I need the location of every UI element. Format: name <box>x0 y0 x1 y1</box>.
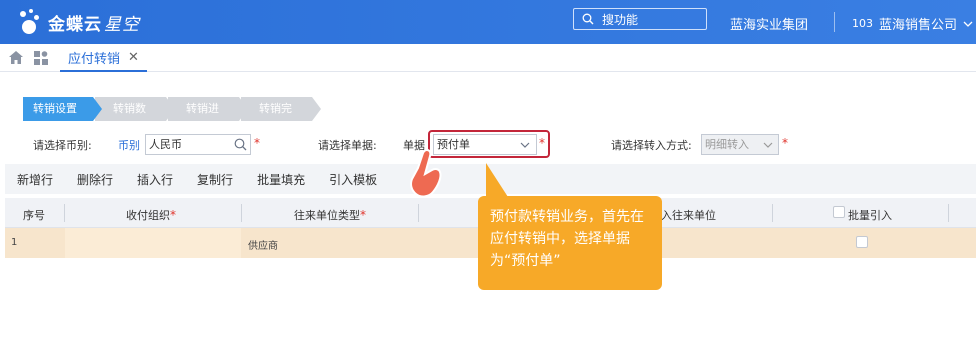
step-arrow <box>93 97 102 121</box>
required-mark: * <box>782 136 788 150</box>
col-org: 收付组织* <box>126 208 176 222</box>
org-selector[interactable]: 蓝海实业集团 <box>730 14 808 33</box>
currency-value: 人民币 <box>149 138 182 151</box>
copy-row-button[interactable]: 复制行 <box>185 171 245 188</box>
currency-field[interactable]: 人民币 <box>145 134 251 155</box>
cell-org-input[interactable] <box>65 228 241 258</box>
cell-seq: 1 <box>11 237 18 248</box>
col-partner-type: 往来单位类型* <box>294 208 366 222</box>
wizard-step-label: 转销设置 <box>33 102 77 115</box>
col-divider[interactable] <box>64 204 65 222</box>
close-icon[interactable]: ✕ <box>128 50 139 65</box>
batch-import-all-checkbox[interactable] <box>833 206 845 218</box>
required-mark: * <box>254 136 260 150</box>
search-box[interactable]: 搜功能 <box>573 8 707 30</box>
logo-text: 金蝶云 星空 <box>48 14 140 35</box>
wizard-steps: 转销设置 转销数据 转销进度 转销完成 <box>23 97 321 139</box>
logo-dots-icon <box>18 9 44 35</box>
doc-type-highlight <box>428 130 550 158</box>
add-row-button[interactable]: 新增行 <box>5 171 65 188</box>
chevron-down-icon <box>763 142 773 148</box>
wizard-step[interactable]: 转销数据 <box>95 97 175 139</box>
currency-prompt: 请选择币别: <box>33 139 92 152</box>
doc-prompt: 请选择单据: <box>318 139 377 152</box>
batch-fill-button[interactable]: 批量填充 <box>245 171 317 188</box>
col-batch-import: 批量引入 <box>848 209 892 222</box>
apps-icon[interactable] <box>34 51 48 65</box>
search-placeholder: 搜功能 <box>602 12 639 27</box>
transfer-mode-value: 明细转入 <box>705 138 749 151</box>
col-seq: 序号 <box>23 209 45 222</box>
row-batch-import-checkbox[interactable] <box>856 236 868 248</box>
tutorial-tooltip: 预付款转销业务，首先在应付转销中，选择单据为“预付单” <box>478 196 662 290</box>
wizard-step[interactable]: 转销进度 <box>168 97 248 139</box>
app-logo[interactable]: 金蝶云 星空 <box>18 6 140 38</box>
mode-prompt: 请选择转入方式: <box>611 139 692 152</box>
transfer-mode-select[interactable]: 明细转入 <box>701 134 779 155</box>
delete-row-button[interactable]: 删除行 <box>65 171 125 188</box>
chevron-down-icon <box>963 21 973 27</box>
step-arrow <box>312 97 321 121</box>
search-icon[interactable] <box>234 138 247 151</box>
import-template-button[interactable]: 引入模板 <box>317 171 389 188</box>
currency-label[interactable]: 币别 <box>118 137 140 153</box>
user-org-selector[interactable]: 103 蓝海销售公司 <box>852 14 973 33</box>
col-divider[interactable] <box>418 204 419 222</box>
step-arrow <box>239 97 248 121</box>
header-divider <box>834 12 835 32</box>
wizard-step[interactable]: 转销设置 <box>23 97 102 121</box>
cell-partner-type[interactable]: 供应商 <box>248 237 278 252</box>
home-icon[interactable] <box>9 51 23 64</box>
insert-row-button[interactable]: 插入行 <box>125 171 185 188</box>
top-header: 金蝶云 星空 搜功能 蓝海实业集团 103 蓝海销售公司 <box>0 0 976 44</box>
search-icon <box>582 13 594 25</box>
tab-label: 应付转销 <box>68 51 121 67</box>
wizard-step[interactable]: 转销完成 <box>241 97 321 139</box>
user-org-name: 蓝海销售公司 <box>879 18 958 33</box>
col-divider[interactable] <box>948 204 949 222</box>
hand-pointer-icon <box>410 148 442 198</box>
tab-payable-transfer[interactable]: 应付转销 ✕ <box>60 44 147 72</box>
user-code: 103 <box>852 17 873 30</box>
col-divider[interactable] <box>772 204 773 222</box>
tab-bar: 应付转销 ✕ <box>0 44 976 72</box>
step-arrow <box>166 97 175 121</box>
tooltip-tail <box>486 163 508 197</box>
col-divider[interactable] <box>241 204 242 222</box>
